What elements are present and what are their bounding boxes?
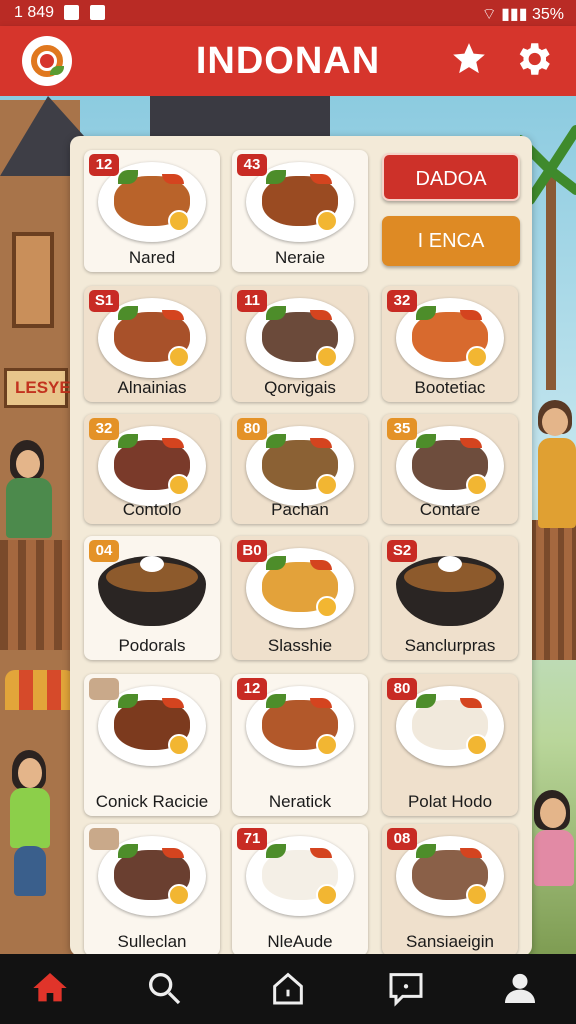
price-badge: 43 [237, 154, 267, 176]
battery-text: 35% [531, 6, 564, 23]
shop-sign: LESYE [4, 368, 71, 408]
dish-label: Contare [419, 500, 481, 519]
price-badge: B0 [237, 540, 267, 562]
price-badge: 80 [387, 678, 417, 700]
price-badge: 04 [89, 540, 119, 562]
home-icon[interactable] [30, 968, 70, 1008]
price-badge: 80 [237, 418, 267, 440]
dish-card[interactable]: 43 Neraie [232, 150, 368, 272]
window-illustration [12, 232, 54, 328]
primary-action-button[interactable]: DADOA NAAIN [382, 153, 520, 238]
menu-panel: 12 Nared 43 Neraie S1 Alnainias 11 Qorvigais 32 B… [70, 136, 532, 956]
dish-card[interactable]: Sulleclan [84, 824, 220, 956]
dish-card[interactable]: 32 Bootetiac [382, 286, 518, 402]
price-badge: 32 [89, 418, 119, 440]
dish-label: Slasshie [267, 636, 333, 655]
bottom-nav [0, 954, 576, 1024]
price-badge: 32 [387, 290, 417, 312]
dish-card[interactable]: 35 Contare [382, 414, 518, 524]
awning-illustration [5, 670, 75, 710]
person-illustration [4, 440, 64, 540]
status-battery: ⌔ ▮▮▮ 35% [482, 4, 564, 24]
price-badge: 12 [89, 154, 119, 176]
status-time: 1 849 [14, 4, 55, 21]
dish-card[interactable]: 12 Neratick [232, 674, 368, 816]
dish-card[interactable]: 12 Nared [84, 150, 220, 272]
dish-label: Pachan [271, 500, 329, 519]
dish-label: NleAude [267, 932, 333, 951]
favorite-star-icon[interactable] [450, 40, 488, 78]
settings-gear-icon[interactable] [512, 38, 554, 80]
app-bar: INDONAN [0, 26, 576, 96]
person-illustration [6, 750, 66, 900]
price-badge [89, 678, 119, 700]
notification-icon [64, 5, 79, 20]
secondary-action-button[interactable]: I ENCA [382, 216, 520, 266]
dish-label: Nared [128, 248, 176, 267]
dish-card[interactable]: B0 Slasshie [232, 536, 368, 660]
dish-label: Neraie [274, 248, 326, 267]
dish-card[interactable]: 08 Sansiaeigin [382, 824, 518, 956]
dish-label: Bootetiac [414, 378, 486, 397]
dish-card[interactable]: 80 Pachan [232, 414, 368, 524]
dish-card[interactable]: 32 Contolo [84, 414, 220, 524]
dish-label: Conick Racicie [95, 792, 209, 811]
price-badge [89, 828, 119, 850]
dish-card[interactable]: 11 Qorvigais [232, 286, 368, 402]
wifi-icon: ⌔ ▮▮▮ [481, 6, 528, 23]
dish-label: Polat Hodo [407, 792, 493, 811]
dish-card[interactable]: 80 Polat Hodo [382, 674, 518, 816]
dish-card[interactable]: S1 Alnainias [84, 286, 220, 402]
house-outline-icon[interactable] [268, 968, 308, 1008]
dish-image [396, 556, 504, 626]
person-illustration [534, 400, 576, 600]
price-badge: 08 [387, 828, 417, 850]
price-badge: 71 [237, 828, 267, 850]
dish-card[interactable]: 71 NleAude [232, 824, 368, 956]
chat-icon[interactable] [386, 968, 426, 1008]
price-badge: 12 [237, 678, 267, 700]
dish-card[interactable]: Conick Racicie [84, 674, 220, 816]
price-badge: S2 [387, 540, 417, 562]
person-illustration [532, 790, 576, 930]
profile-icon[interactable] [500, 968, 540, 1008]
status-bar: 1 849 ⌔ ▮▮▮ 35% [0, 0, 576, 26]
dish-card[interactable]: 04 Podorals [84, 536, 220, 660]
balcony-illustration [0, 540, 70, 650]
dish-label: Contolo [122, 500, 182, 519]
app-title: INDONAN [195, 40, 381, 82]
dish-label: Qorvigais [264, 378, 336, 397]
dish-label: Sanclurpras [404, 636, 496, 655]
dish-label: Alnainias [117, 378, 187, 397]
dish-label: Neratick [268, 792, 332, 811]
dish-label: Podorals [118, 636, 186, 655]
dish-image [98, 556, 206, 626]
price-badge: 35 [387, 418, 417, 440]
dish-label: Sansiaeigin [406, 932, 494, 951]
notification-icon [90, 5, 105, 20]
dish-card[interactable]: S2 Sanclurpras [382, 536, 518, 660]
price-badge: S1 [89, 290, 119, 312]
price-badge: 11 [237, 290, 267, 312]
search-icon[interactable] [144, 968, 184, 1008]
dish-label: Sulleclan [117, 932, 187, 951]
